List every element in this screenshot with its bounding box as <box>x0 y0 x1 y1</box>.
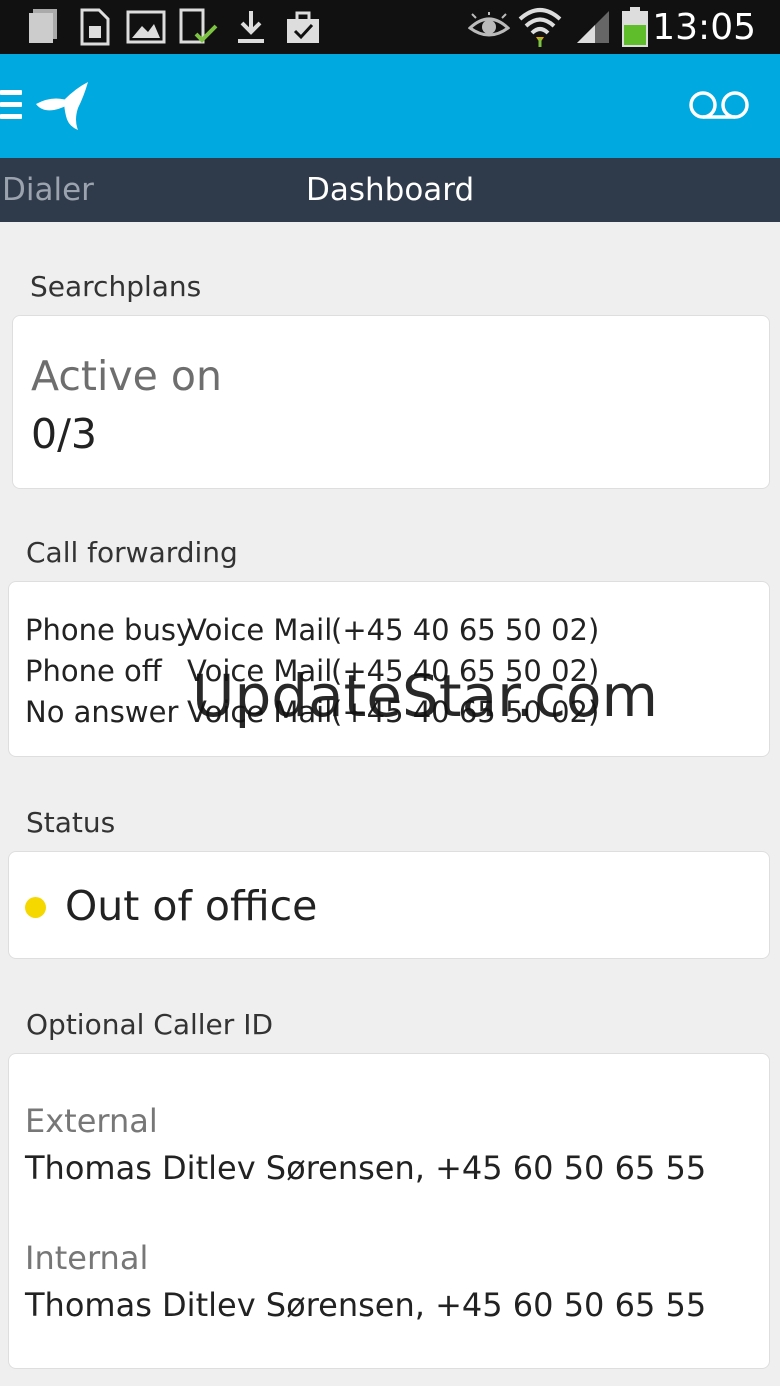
forwarding-target: Voice Mail <box>187 613 333 647</box>
eye-icon <box>468 8 510 46</box>
external-label: External <box>25 1102 158 1140</box>
status-card[interactable]: Out of office <box>8 851 770 959</box>
forwarding-target: Voice Mail <box>187 654 333 688</box>
sim-icon <box>78 8 112 46</box>
forwarding-target: Voice Mail <box>187 695 333 729</box>
searchplans-value: 0/3 <box>31 410 97 458</box>
forwarding-row-no-answer: No answer Voice Mail (+45 40 65 50 02) <box>25 692 765 732</box>
forwarding-row-busy: Phone busy Voice Mail (+45 40 65 50 02) <box>25 610 765 650</box>
status-dot <box>25 897 46 918</box>
forwarding-number: (+45 40 65 50 02) <box>331 695 600 729</box>
wifi-icon <box>518 8 562 47</box>
forwarding-label: No answer <box>25 695 179 729</box>
forwarding-row-off: Phone off Voice Mail (+45 40 65 50 02) <box>25 651 765 691</box>
call-forwarding-card[interactable]: Phone busy Voice Mail (+45 40 65 50 02) … <box>8 581 770 757</box>
clock: 13:05 <box>652 7 756 48</box>
status-title: Status <box>26 806 116 839</box>
searchplans-label: Active on <box>31 352 222 400</box>
internal-value: Thomas Ditlev Sørensen, +45 60 50 65 55 <box>25 1286 707 1324</box>
searchplans-title: Searchplans <box>30 270 202 303</box>
internal-label: Internal <box>25 1239 149 1277</box>
forwarding-number: (+45 40 65 50 02) <box>331 613 600 647</box>
status-value: Out of office <box>65 882 318 930</box>
external-value: Thomas Ditlev Sørensen, +45 60 50 65 55 <box>25 1149 707 1187</box>
searchplans-card[interactable]: Active on 0/3 <box>12 315 770 489</box>
tab-dialer[interactable]: Dialer <box>2 158 94 222</box>
forwarding-number: (+45 40 65 50 02) <box>331 654 600 688</box>
voicemail-icon[interactable] <box>688 88 750 122</box>
card-icon <box>26 8 60 46</box>
tab-dashboard[interactable]: Dashboard <box>306 158 474 222</box>
tablet-check-icon <box>178 8 218 46</box>
forwarding-label: Phone busy <box>25 613 194 647</box>
tab-bar: Dialer Dashboard <box>0 158 780 222</box>
bag-check-icon <box>284 8 322 46</box>
caller-id-title: Optional Caller ID <box>26 1008 274 1041</box>
caller-id-card[interactable]: External Thomas Ditlev Sørensen, +45 60 … <box>8 1053 770 1369</box>
status-bar: 13:05 <box>0 0 780 54</box>
download-icon <box>234 8 268 46</box>
hamburger-icon[interactable] <box>0 90 22 122</box>
app-bar <box>0 54 780 158</box>
telenor-logo-icon[interactable] <box>34 80 90 132</box>
battery-icon <box>620 7 650 47</box>
call-forwarding-title: Call forwarding <box>26 536 238 569</box>
forwarding-label: Phone off <box>25 654 162 688</box>
gallery-icon <box>126 8 166 46</box>
signal-icon <box>574 8 612 46</box>
